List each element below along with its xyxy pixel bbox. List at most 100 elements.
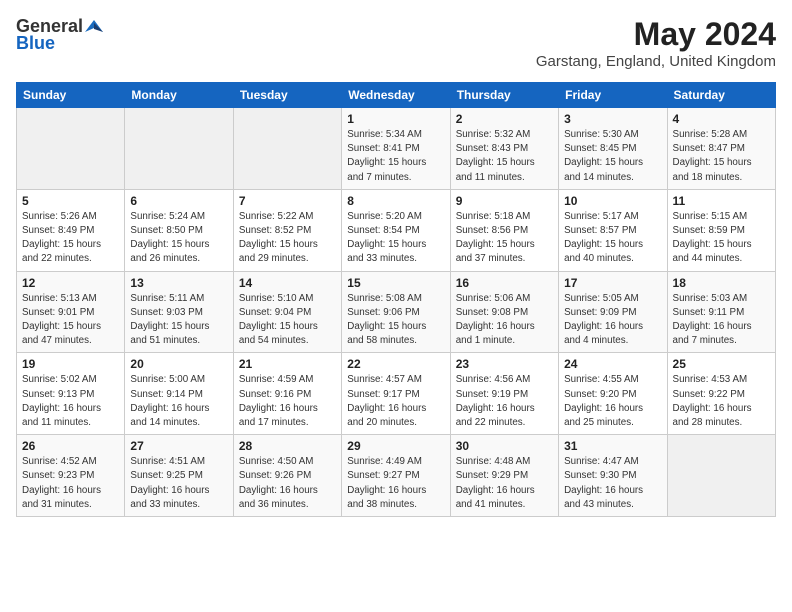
calendar-cell: 29 Sunrise: 4:49 AM Sunset: 9:27 PM Dayli… — [342, 435, 450, 517]
day-info: Sunrise: 4:50 AM Sunset: 9:26 PM Dayligh… — [239, 455, 336, 512]
calendar-cell: 20 Sunrise: 5:00 AM Sunset: 9:14 PM Dayli… — [125, 353, 233, 435]
day-info: Sunrise: 4:56 AM Sunset: 9:19 PM Dayligh… — [456, 373, 553, 430]
day-number: 29 — [347, 439, 444, 453]
day-info: Sunrise: 5:15 AM Sunset: 8:59 PM Dayligh… — [673, 210, 770, 267]
day-info: Sunrise: 4:55 AM Sunset: 9:20 PM Dayligh… — [564, 373, 661, 430]
calendar-cell: 27Sunrise: 4:51 AM Sunset: 9:25 PM Dayli… — [125, 435, 233, 517]
day-info: Sunrise: 5:10 AM Sunset: 9:04 PM Dayligh… — [239, 292, 336, 349]
calendar-cell: 10Sunrise: 5:17 AM Sunset: 8:57 PM Dayli… — [559, 189, 667, 271]
day-number: 11 — [673, 194, 770, 208]
day-number: 31 — [564, 439, 661, 453]
calendar-table: SundayMondayTuesdayWednesdayThursdayFrid… — [16, 82, 776, 517]
calendar-cell: 5 Sunrise: 5:26 AM Sunset: 8:49 PM Daylig… — [17, 189, 125, 271]
calendar-cell: 16 Sunrise: 5:06 AM Sunset: 9:08 PM Dayli… — [450, 271, 558, 353]
calendar-cell: 25 Sunrise: 4:53 AM Sunset: 9:22 PM Dayli… — [667, 353, 775, 435]
day-number: 21 — [239, 357, 336, 371]
calendar-cell: 26Sunrise: 4:52 AM Sunset: 9:23 PM Dayli… — [17, 435, 125, 517]
day-info: Sunrise: 4:53 AM Sunset: 9:22 PM Dayligh… — [673, 373, 770, 430]
day-info: Sunrise: 5:26 AM Sunset: 8:49 PM Dayligh… — [22, 210, 119, 267]
day-info: Sunrise: 4:47 AM Sunset: 9:30 PM Dayligh… — [564, 455, 661, 512]
calendar-cell: 30Sunrise: 4:48 AM Sunset: 9:29 PM Dayli… — [450, 435, 558, 517]
day-header-wednesday: Wednesday — [342, 83, 450, 108]
day-header-monday: Monday — [125, 83, 233, 108]
calendar-cell: 11 Sunrise: 5:15 AM Sunset: 8:59 PM Dayli… — [667, 189, 775, 271]
calendar-cell: 31 Sunrise: 4:47 AM Sunset: 9:30 PM Dayli… — [559, 435, 667, 517]
calendar-header: SundayMondayTuesdayWednesdayThursdayFrid… — [17, 83, 776, 108]
day-info: Sunrise: 4:49 AM Sunset: 9:27 PM Dayligh… — [347, 455, 444, 512]
calendar-cell — [17, 108, 125, 190]
day-number: 20 — [130, 357, 227, 371]
day-number: 7 — [239, 194, 336, 208]
day-number: 16 — [456, 276, 553, 290]
day-number: 28 — [239, 439, 336, 453]
day-number: 25 — [673, 357, 770, 371]
calendar-cell: 18 Sunrise: 5:03 AM Sunset: 9:11 PM Dayli… — [667, 271, 775, 353]
day-number: 17 — [564, 276, 661, 290]
logo-bird-icon — [85, 18, 103, 36]
day-info: Sunrise: 4:59 AM Sunset: 9:16 PM Dayligh… — [239, 373, 336, 430]
day-info: Sunrise: 5:30 AM Sunset: 8:45 PM Dayligh… — [564, 128, 661, 185]
day-number: 4 — [673, 112, 770, 126]
day-number: 6 — [130, 194, 227, 208]
day-number: 30 — [456, 439, 553, 453]
day-header-sunday: Sunday — [17, 83, 125, 108]
day-number: 9 — [456, 194, 553, 208]
day-info: Sunrise: 5:03 AM Sunset: 9:11 PM Dayligh… — [673, 292, 770, 349]
calendar-title: May 2024 — [536, 16, 776, 53]
calendar-cell: 14 Sunrise: 5:10 AM Sunset: 9:04 PM Dayli… — [233, 271, 341, 353]
day-number: 27 — [130, 439, 227, 453]
day-number: 15 — [347, 276, 444, 290]
calendar-cell: 1Sunrise: 5:34 AM Sunset: 8:41 PM Daylig… — [342, 108, 450, 190]
calendar-cell: 24Sunrise: 4:55 AM Sunset: 9:20 PM Dayli… — [559, 353, 667, 435]
day-info: Sunrise: 5:20 AM Sunset: 8:54 PM Dayligh… — [347, 210, 444, 267]
day-number: 13 — [130, 276, 227, 290]
title-block: May 2024 Garstang, England, United Kingd… — [536, 16, 776, 70]
calendar-cell: 12Sunrise: 5:13 AM Sunset: 9:01 PM Dayli… — [17, 271, 125, 353]
day-info: Sunrise: 4:57 AM Sunset: 9:17 PM Dayligh… — [347, 373, 444, 430]
calendar-cell: 23 Sunrise: 4:56 AM Sunset: 9:19 PM Dayli… — [450, 353, 558, 435]
calendar-cell: 2 Sunrise: 5:32 AM Sunset: 8:43 PM Daylig… — [450, 108, 558, 190]
day-number: 26 — [22, 439, 119, 453]
day-info: Sunrise: 5:34 AM Sunset: 8:41 PM Dayligh… — [347, 128, 444, 185]
page-header: General Blue May 2024 Garstang, England,… — [16, 16, 776, 70]
calendar-cell: 6 Sunrise: 5:24 AM Sunset: 8:50 PM Daylig… — [125, 189, 233, 271]
calendar-cell: 28 Sunrise: 4:50 AM Sunset: 9:26 PM Dayli… — [233, 435, 341, 517]
day-info: Sunrise: 5:02 AM Sunset: 9:13 PM Dayligh… — [22, 373, 119, 430]
day-info: Sunrise: 5:00 AM Sunset: 9:14 PM Dayligh… — [130, 373, 227, 430]
day-number: 10 — [564, 194, 661, 208]
day-number: 2 — [456, 112, 553, 126]
calendar-cell — [667, 435, 775, 517]
calendar-cell: 4 Sunrise: 5:28 AM Sunset: 8:47 PM Daylig… — [667, 108, 775, 190]
day-info: Sunrise: 5:32 AM Sunset: 8:43 PM Dayligh… — [456, 128, 553, 185]
day-number: 22 — [347, 357, 444, 371]
calendar-cell: 21 Sunrise: 4:59 AM Sunset: 9:16 PM Dayli… — [233, 353, 341, 435]
calendar-cell: 7Sunrise: 5:22 AM Sunset: 8:52 PM Daylig… — [233, 189, 341, 271]
day-info: Sunrise: 5:18 AM Sunset: 8:56 PM Dayligh… — [456, 210, 553, 267]
calendar-cell: 13 Sunrise: 5:11 AM Sunset: 9:03 PM Dayli… — [125, 271, 233, 353]
day-info: Sunrise: 5:06 AM Sunset: 9:08 PM Dayligh… — [456, 292, 553, 349]
day-info: Sunrise: 5:11 AM Sunset: 9:03 PM Dayligh… — [130, 292, 227, 349]
day-number: 19 — [22, 357, 119, 371]
day-info: Sunrise: 5:24 AM Sunset: 8:50 PM Dayligh… — [130, 210, 227, 267]
day-number: 5 — [22, 194, 119, 208]
calendar-cell: 3 Sunrise: 5:30 AM Sunset: 8:45 PM Daylig… — [559, 108, 667, 190]
calendar-cell: 22 Sunrise: 4:57 AM Sunset: 9:17 PM Dayli… — [342, 353, 450, 435]
day-number: 23 — [456, 357, 553, 371]
calendar-cell: 17 Sunrise: 5:05 AM Sunset: 9:09 PM Dayli… — [559, 271, 667, 353]
day-number: 18 — [673, 276, 770, 290]
day-header-thursday: Thursday — [450, 83, 558, 108]
day-header-friday: Friday — [559, 83, 667, 108]
day-number: 14 — [239, 276, 336, 290]
calendar-cell: 9 Sunrise: 5:18 AM Sunset: 8:56 PM Daylig… — [450, 189, 558, 271]
day-header-saturday: Saturday — [667, 83, 775, 108]
day-info: Sunrise: 5:05 AM Sunset: 9:09 PM Dayligh… — [564, 292, 661, 349]
logo: General Blue — [16, 16, 103, 54]
day-info: Sunrise: 5:28 AM Sunset: 8:47 PM Dayligh… — [673, 128, 770, 185]
day-number: 8 — [347, 194, 444, 208]
day-info: Sunrise: 5:13 AM Sunset: 9:01 PM Dayligh… — [22, 292, 119, 349]
calendar-cell: 15Sunrise: 5:08 AM Sunset: 9:06 PM Dayli… — [342, 271, 450, 353]
calendar-cell — [125, 108, 233, 190]
calendar-cell: 19 Sunrise: 5:02 AM Sunset: 9:13 PM Dayli… — [17, 353, 125, 435]
logo-blue-text: Blue — [16, 33, 55, 54]
day-number: 3 — [564, 112, 661, 126]
